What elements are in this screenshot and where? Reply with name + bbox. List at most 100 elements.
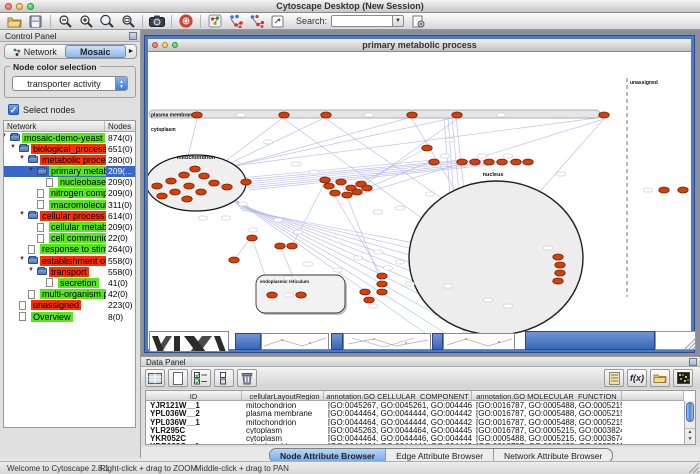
tree-item[interactable]: ▼biological_process651(0) [4, 143, 135, 154]
tree-column-nodes[interactable]: Nodes [105, 121, 135, 131]
table-column-header[interactable]: annotation.GO MOLECULAR_FUNCTION [472, 391, 622, 400]
select-nodes-checkbox[interactable]: ✓ [8, 104, 19, 115]
table-column-header[interactable]: ID [146, 391, 242, 400]
window-resize-grip[interactable] [655, 331, 696, 350]
tree-item[interactable]: ▼establishment of lo558(0) [4, 255, 135, 266]
network-node[interactable] [553, 278, 563, 284]
tree-item[interactable]: multi-organism pro42(0) [4, 289, 135, 300]
attribute-table-icon[interactable] [145, 369, 165, 387]
zoom-in-icon[interactable] [77, 14, 94, 29]
node-color-dropdown[interactable]: transporter activity ▲▼ [12, 76, 128, 91]
network-clone-icon[interactable] [248, 14, 265, 29]
network-node[interactable] [267, 292, 277, 298]
tree-expander-icon[interactable]: ▼ [28, 267, 34, 273]
network-node[interactable] [199, 173, 209, 179]
tree-expander-icon[interactable]: ▼ [19, 256, 25, 262]
network-node[interactable] [321, 112, 331, 118]
network-node[interactable] [190, 166, 200, 172]
network-node[interactable] [511, 159, 521, 165]
network-node[interactable] [555, 262, 565, 268]
network-node[interactable] [320, 177, 330, 183]
network-node[interactable] [377, 289, 387, 295]
zoom-out-icon[interactable] [56, 14, 73, 29]
network-node[interactable] [170, 189, 180, 195]
network-node[interactable] [296, 292, 306, 298]
scrollbar-arrows-icon[interactable]: ▲▼ [685, 428, 695, 444]
window-titlebar[interactable]: Cytoscape Desktop (New Session) [0, 0, 700, 13]
import-attributes-folder-icon[interactable] [650, 369, 670, 387]
background-window-titlebar[interactable] [432, 333, 443, 350]
network-node[interactable] [275, 243, 285, 249]
network-view-window[interactable]: primary metabolic process plasma membran… [145, 36, 694, 352]
network-node[interactable] [659, 187, 669, 193]
network-node[interactable] [599, 112, 609, 118]
network-node[interactable] [192, 112, 202, 118]
network-import-icon[interactable] [206, 14, 223, 29]
tree-expander-icon[interactable]: ▼ [3, 133, 7, 139]
scrollbar-thumb[interactable] [686, 402, 694, 422]
plasma-membrane-region[interactable] [149, 110, 600, 118]
table-column-header[interactable]: annotation.GO CELLULAR_COMPONENT [324, 391, 472, 400]
data-panel-float-icon[interactable] [689, 358, 697, 366]
tab-mosaic[interactable]: Mosaic [65, 45, 127, 58]
network-node[interactable] [222, 184, 232, 190]
network-node[interactable] [377, 281, 387, 287]
network-node[interactable] [360, 289, 370, 295]
background-window-fragment[interactable] [343, 333, 431, 350]
network-node[interactable] [364, 297, 374, 303]
tree-item[interactable]: cellular metabo209(0) [4, 222, 135, 233]
network-node[interactable] [553, 254, 563, 260]
network-node[interactable] [555, 270, 565, 276]
network-node[interactable] [470, 159, 480, 165]
network-node[interactable] [497, 159, 507, 165]
network-node[interactable] [166, 178, 176, 184]
network-node[interactable] [342, 192, 352, 198]
attribute-list-icon[interactable] [604, 369, 624, 387]
network-node[interactable] [184, 183, 194, 189]
tree-item[interactable]: Overview8(0) [4, 311, 135, 322]
search-config-icon[interactable] [410, 14, 427, 29]
network-node[interactable] [336, 179, 346, 185]
network-node[interactable] [330, 190, 340, 196]
table-vertical-scrollbar[interactable]: ▲▼ [684, 401, 695, 444]
tree-item[interactable]: ▼mosaic-demo-yeast874(0) [4, 132, 135, 143]
formula-builder-icon[interactable]: f(x) [627, 369, 647, 387]
tree-item[interactable]: unassigned223(0) [4, 300, 135, 311]
tree-item[interactable]: nitrogen compo209(0) [4, 188, 135, 199]
table-row[interactable]: YKR052Ccytoplasm[GO:0044464, GO:0044446,… [146, 434, 684, 442]
network-node[interactable] [157, 193, 167, 199]
network-node[interactable] [457, 159, 467, 165]
zoom-fit-icon[interactable] [98, 14, 115, 29]
table-row[interactable]: YJR121W__1mitochondrion[GO:0045267, GO:0… [146, 401, 684, 409]
table-row[interactable]: YDR039C__1mitochondrion[GO:0044464, GO:0… [146, 442, 684, 444]
network-node[interactable] [362, 185, 372, 191]
background-window-fragment[interactable] [149, 331, 229, 352]
tree-item[interactable]: cell communicat22(0) [4, 233, 135, 244]
help-lifesaver-icon[interactable] [177, 14, 194, 29]
network-canvas[interactable]: plasma membrane cytoplasm mitochondrion … [148, 52, 691, 349]
table-row[interactable]: YPL036W__1mitochondrion[GO:0044464, GO:0… [146, 418, 684, 426]
background-window-fragment[interactable] [443, 333, 515, 350]
select-attributes-icon[interactable] [191, 369, 211, 387]
tab-network[interactable]: Network [5, 45, 65, 58]
network-node[interactable] [152, 183, 162, 189]
network-node[interactable] [429, 159, 439, 165]
tree-column-network[interactable]: Network [4, 121, 105, 131]
zoom-selected-icon[interactable] [119, 14, 136, 29]
delete-attribute-trash-icon[interactable] [237, 369, 257, 387]
network-node[interactable] [247, 235, 257, 241]
search-dropdown-arrow[interactable]: ▼ [393, 15, 404, 27]
tree-item[interactable]: response to stimulu264(0) [4, 244, 135, 255]
tree-item[interactable]: nucleobase-209(0) [4, 177, 135, 188]
background-window-titlebar[interactable] [235, 333, 261, 350]
network-node[interactable] [352, 189, 362, 195]
heatmap-icon[interactable] [673, 369, 693, 387]
table-row[interactable]: YPL036W__2plasma membrane[GO:0044464, GO… [146, 409, 684, 417]
tree-item[interactable]: macromolecule311(0) [4, 199, 135, 210]
control-panel-float-icon[interactable] [129, 32, 137, 40]
tree-item[interactable]: ▼metabolic process280(0) [4, 154, 135, 165]
network-node[interactable] [678, 187, 688, 193]
tree-item[interactable]: ▼transport558(0) [4, 266, 135, 277]
tree-expander-icon[interactable]: ▼ [19, 211, 25, 217]
open-file-icon[interactable] [6, 14, 23, 29]
